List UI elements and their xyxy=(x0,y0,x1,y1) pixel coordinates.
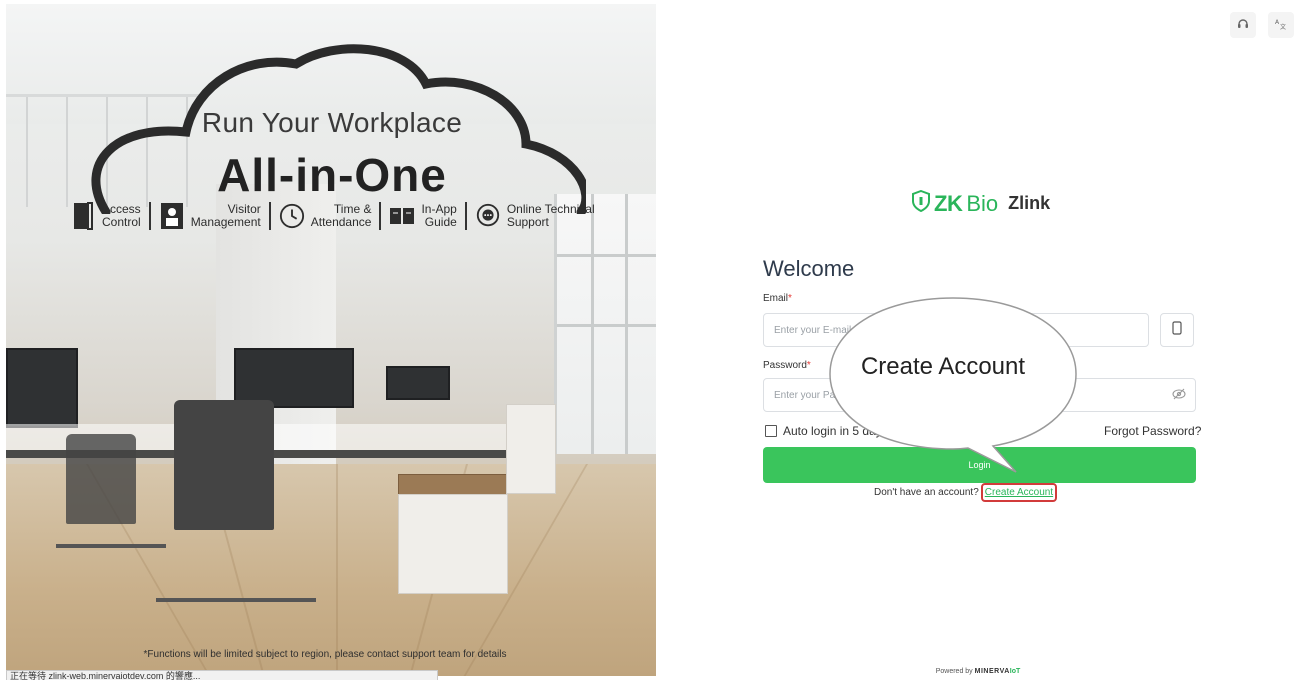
feature-label: Visitor Management xyxy=(190,202,261,229)
hero-image xyxy=(6,4,656,676)
powered-by-footer: Powered by MINERVAIoT xyxy=(0,668,1306,675)
translate-icon: A文 xyxy=(1275,18,1287,32)
mobile-phone-icon xyxy=(1172,320,1182,340)
callout-bubble xyxy=(829,297,1077,473)
brand-logo: ZK Bio Zlink xyxy=(912,189,1051,217)
hero-headline: All-in-One xyxy=(217,149,447,201)
welcome-heading: Welcome xyxy=(763,256,855,281)
password-label: Password* xyxy=(763,360,811,371)
brand-product: Zlink xyxy=(1008,193,1051,213)
eye-slash-icon[interactable] xyxy=(1172,387,1186,405)
feature-online-support: Online Technical Support xyxy=(469,203,601,229)
feature-label: Online Technical Support xyxy=(506,202,595,229)
headset-icon xyxy=(1237,18,1249,33)
shield-logo-icon xyxy=(912,189,930,217)
chat-support-icon xyxy=(475,203,501,229)
divider xyxy=(464,202,467,230)
door-icon xyxy=(70,202,96,230)
phone-login-toggle[interactable] xyxy=(1160,313,1194,347)
powered-by-label: Powered by xyxy=(935,668,973,675)
minerva-brand: MINERVA xyxy=(974,668,1010,675)
divider xyxy=(379,202,382,230)
feature-label: Access Control xyxy=(102,202,141,229)
language-button[interactable]: A文 xyxy=(1268,12,1294,38)
brand-bio: Bio xyxy=(966,190,999,216)
divider xyxy=(268,202,271,230)
feature-time-attendance: Time & Attendance xyxy=(273,203,378,229)
email-label: Email* xyxy=(763,293,792,304)
feature-access-control: Access Control xyxy=(64,202,147,230)
feature-in-app-guide: In-App Guide xyxy=(383,203,462,229)
page: Run Your Workplace All-in-One Access Con… xyxy=(0,0,1306,680)
brand-zk: ZK xyxy=(934,190,963,216)
support-button[interactable] xyxy=(1230,12,1256,38)
minerva-brand-suffix: IoT xyxy=(1009,668,1021,675)
feature-strip: Access Control Visitor Management Time &… xyxy=(64,198,601,234)
feature-label: In-App Guide xyxy=(421,202,457,229)
book-icon xyxy=(389,203,415,229)
feature-label: Time & Attendance xyxy=(310,202,372,229)
visitor-badge-icon xyxy=(159,203,185,229)
clock-icon xyxy=(279,203,305,229)
svg-text:文: 文 xyxy=(1280,23,1286,30)
auto-login-checkbox[interactable] xyxy=(765,425,777,437)
forgot-password-link[interactable]: Forgot Password? xyxy=(1104,424,1201,438)
feature-visitor-management: Visitor Management xyxy=(153,203,267,229)
hero-tagline: Run Your Workplace xyxy=(201,107,463,138)
callout-text: Create Account xyxy=(860,353,1026,380)
region-disclaimer: *Functions will be limited subject to re… xyxy=(143,649,507,660)
divider xyxy=(148,202,151,230)
